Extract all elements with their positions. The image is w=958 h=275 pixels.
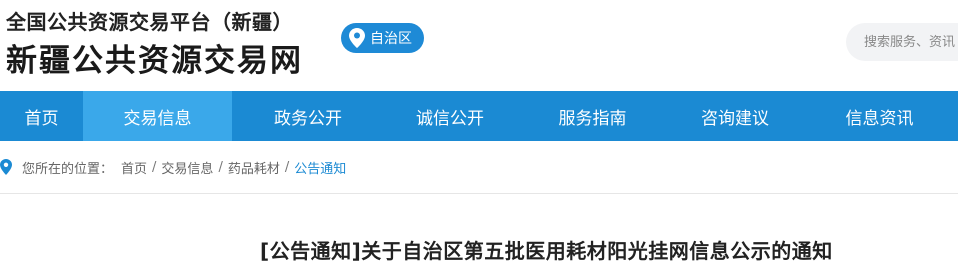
breadcrumb-separator: /: [152, 159, 157, 175]
breadcrumb-home[interactable]: 首页: [121, 158, 147, 177]
site-title[interactable]: 新疆公共资源交易网: [6, 35, 303, 80]
main-nav: 首页 交易信息 政务公开 诚信公开 服务指南 咨询建议 信息资讯: [0, 91, 958, 141]
breadcrumb-separator: /: [284, 159, 290, 175]
divider: [0, 193, 958, 194]
location-pin-icon: [0, 159, 12, 175]
nav-item-consultation[interactable]: 咨询建议: [669, 91, 801, 141]
site-header: 全国公共资源交易平台（新疆） 新疆公共资源交易网 自治区: [0, 0, 958, 91]
nav-item-government-affairs[interactable]: 政务公开: [232, 91, 384, 141]
region-label: 自治区: [370, 31, 412, 47]
nav-item-trading-info[interactable]: 交易信息: [83, 91, 232, 141]
article-title: [公告通知]关于自治区第五批医用耗材阳光挂网信息公示的通知: [260, 239, 833, 263]
breadcrumb-current[interactable]: 公告通知: [294, 158, 346, 177]
breadcrumb-separator: /: [218, 159, 223, 175]
nav-item-news[interactable]: 信息资讯: [801, 91, 958, 141]
breadcrumb-prefix: 您所在的位置：: [22, 161, 114, 177]
location-pin-icon: [349, 28, 365, 48]
nav-item-home[interactable]: 首页: [0, 91, 83, 141]
search-input[interactable]: [846, 23, 958, 61]
breadcrumb: 您所在的位置： 首页 / 交易信息 / 药品耗材 / 公告通知: [0, 149, 958, 185]
breadcrumb-drugs-consumables[interactable]: 药品耗材: [228, 158, 280, 177]
nav-item-credit-disclosure[interactable]: 诚信公开: [384, 91, 516, 141]
nav-item-service-guide[interactable]: 服务指南: [516, 91, 669, 141]
platform-title[interactable]: 全国公共资源交易平台（新疆）: [6, 6, 293, 35]
breadcrumb-trading-info[interactable]: 交易信息: [161, 158, 213, 177]
region-selector[interactable]: 自治区: [341, 23, 424, 53]
